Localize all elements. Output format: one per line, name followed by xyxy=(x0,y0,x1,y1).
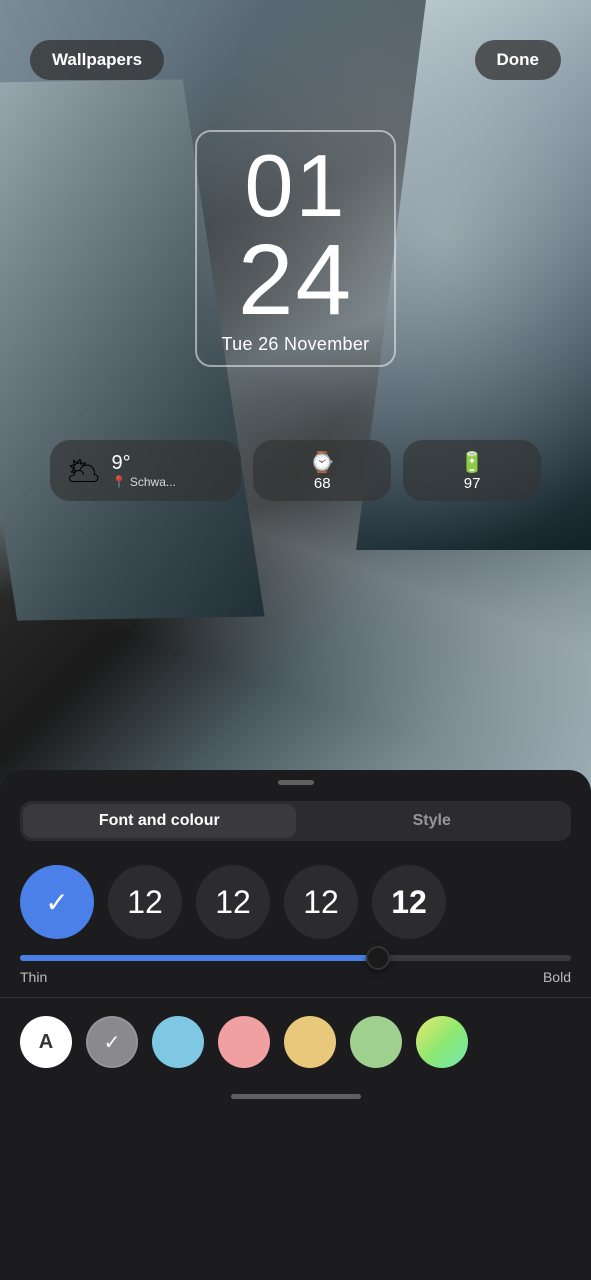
weather-location: 📍 Schwa... xyxy=(112,475,176,489)
battery-icon: 🔋 xyxy=(460,450,485,475)
done-button[interactable]: Done xyxy=(475,40,562,80)
color-white-label: A xyxy=(39,1031,53,1054)
battery-value: 97 xyxy=(464,475,481,492)
slider-max-label: Bold xyxy=(543,969,571,985)
font-selector: ✓ 12 12 12 12 xyxy=(0,841,591,955)
weight-slider-container: Thin Bold xyxy=(0,955,591,985)
sheet-handle xyxy=(278,780,314,785)
clock-minute: 24 xyxy=(222,230,370,330)
sheet-tabs: Font and colour Style xyxy=(20,801,571,841)
color-peach[interactable] xyxy=(284,1016,336,1068)
color-pink[interactable] xyxy=(218,1016,270,1068)
watch-widget: ⌚ 68 xyxy=(253,440,391,501)
slider-labels: Thin Bold xyxy=(20,969,571,985)
home-indicator xyxy=(231,1094,361,1099)
font-num-thin: 12 xyxy=(127,884,163,921)
font-option-medium[interactable]: 12 xyxy=(284,865,358,939)
clock-date: Tue 26 November xyxy=(222,334,370,355)
font-num-bold: 12 xyxy=(391,884,427,921)
color-white[interactable]: A xyxy=(20,1016,72,1068)
weather-widget: 🌥 9° 📍 Schwa... xyxy=(50,440,241,501)
wallpaper xyxy=(0,0,591,790)
font-num-regular: 12 xyxy=(215,884,251,921)
battery-widget: 🔋 97 xyxy=(403,440,541,501)
slider-thumb[interactable] xyxy=(366,946,390,970)
color-gray-check-icon: ✓ xyxy=(104,1030,121,1055)
font-option-regular[interactable]: 12 xyxy=(196,865,270,939)
weather-icon: 🌥 xyxy=(66,454,102,487)
tab-font-colour[interactable]: Font and colour xyxy=(23,804,296,838)
clock-widget: 01 24 Tue 26 November xyxy=(195,130,397,367)
font-num-medium: 12 xyxy=(303,884,339,921)
top-buttons: Wallpapers Done xyxy=(0,40,591,80)
slider-fill xyxy=(20,955,378,961)
widgets-row: 🌥 9° 📍 Schwa... ⌚ 68 🔋 97 xyxy=(50,440,541,501)
phone-preview: Wallpapers Done 01 24 Tue 26 November 🌥 … xyxy=(0,0,591,790)
tab-style[interactable]: Style xyxy=(296,804,569,838)
slider-track[interactable] xyxy=(20,955,571,961)
font-option-thin[interactable]: 12 xyxy=(108,865,182,939)
watch-icon: ⌚ xyxy=(310,450,335,475)
checkmark-icon: ✓ xyxy=(45,886,68,919)
color-gray[interactable]: ✓ xyxy=(86,1016,138,1068)
color-selector: A ✓ xyxy=(0,998,591,1086)
bottom-sheet: Font and colour Style ✓ 12 12 12 12 Thin… xyxy=(0,770,591,1280)
slider-min-label: Thin xyxy=(20,969,47,985)
font-option-bold[interactable]: 12 xyxy=(372,865,446,939)
color-green[interactable] xyxy=(350,1016,402,1068)
watch-value: 68 xyxy=(314,475,331,492)
weather-temp: 9° xyxy=(112,452,176,475)
wallpapers-button[interactable]: Wallpapers xyxy=(30,40,164,80)
font-option-checkmark[interactable]: ✓ xyxy=(20,865,94,939)
clock-hour: 01 xyxy=(222,142,370,230)
color-gradient[interactable] xyxy=(416,1016,468,1068)
color-lightblue[interactable] xyxy=(152,1016,204,1068)
